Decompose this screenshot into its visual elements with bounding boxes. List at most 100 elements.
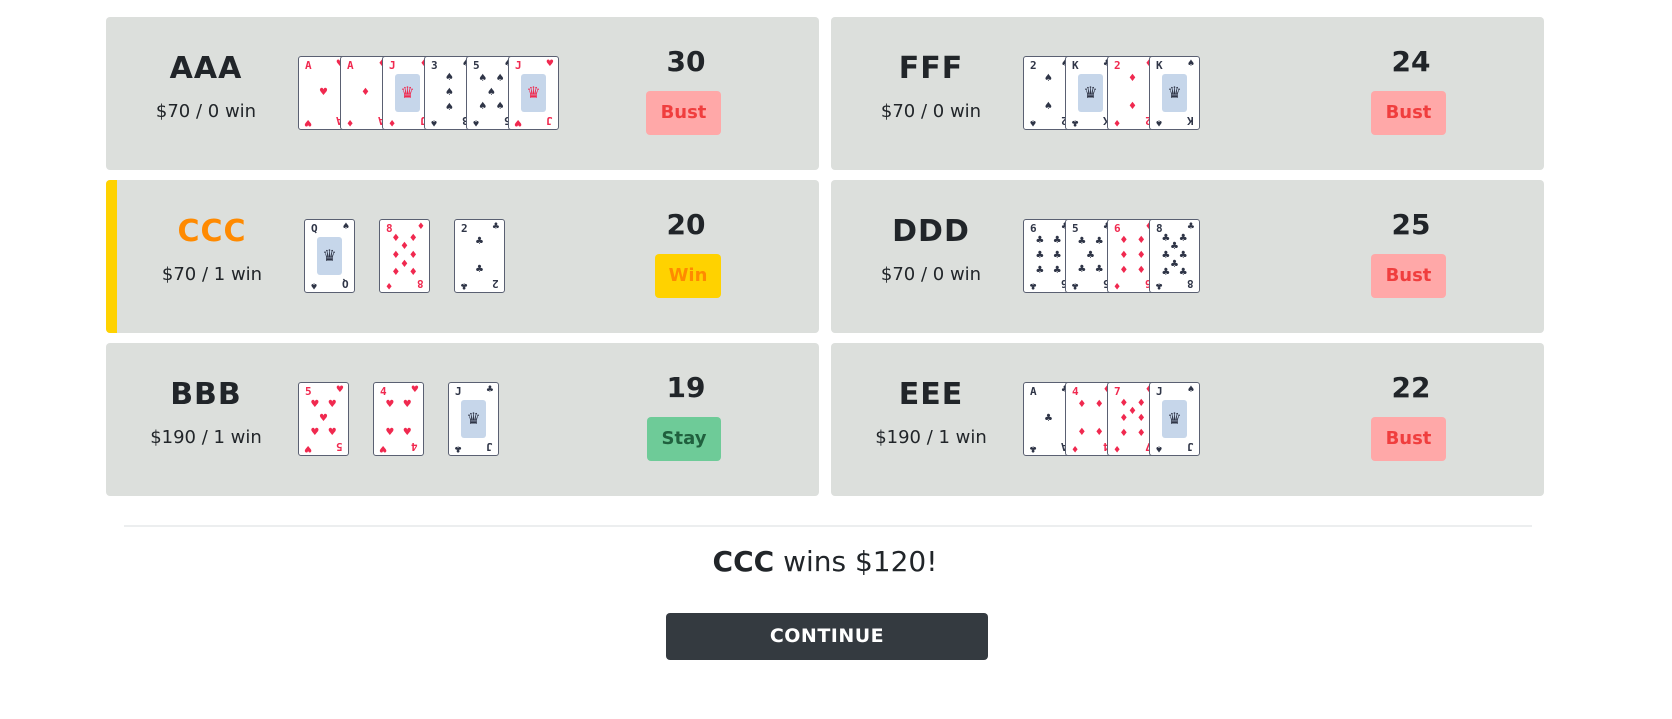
card-suit-icon-bottom: ♦ <box>1113 280 1122 290</box>
suit-pip-icon: ♠ <box>445 87 454 98</box>
suit-pip-icon: ♣ <box>1035 234 1045 246</box>
suit-pip-icon: ♠ <box>1044 72 1053 84</box>
playing-card: 2 ♣ 2 ♣ ♣ ♣ <box>454 219 505 293</box>
suit-pip-icon: ♦ <box>1128 405 1137 417</box>
card-rank: K <box>1156 59 1163 72</box>
card-rank-bottom: 8 <box>1187 277 1194 290</box>
card-suit-icon-bottom: ♦ <box>346 117 355 127</box>
suit-pip-icon: ♠ <box>495 72 505 84</box>
suit-pip-icon: ♦ <box>1136 413 1146 424</box>
suit-pip-icon: ♣ <box>1178 250 1188 261</box>
card-rank: A <box>305 59 312 72</box>
playing-card: J ♣ J ♣ ♛ <box>448 382 499 456</box>
card-rank: 5 <box>1072 222 1079 235</box>
suit-pip-icon: ♦ <box>391 250 401 261</box>
card-rank: J <box>1156 385 1163 398</box>
hand-score: 25 <box>1391 208 1431 241</box>
card-suit-icon-bottom: ♠ <box>430 117 439 127</box>
suit-pip-icon: ♦ <box>1119 265 1129 277</box>
suit-pip-icon: ♦ <box>400 241 409 253</box>
suit-pip-icon: ♥ <box>310 398 320 410</box>
suit-pip-icon: ♦ <box>1136 428 1146 440</box>
status-badge: Bust <box>646 91 721 135</box>
player-money: $70 / 0 win <box>155 101 257 122</box>
card-suit-icon: ♥ <box>335 385 344 395</box>
suit-pip-icon: ♣ <box>1170 258 1179 270</box>
card-suit-icon: ♥ <box>545 59 554 69</box>
player-panel-ccc: CCC $70 / 1 win Q ♠ Q ♠ ♛ 8 ♦ 8 ♦ ♦ ♦ ♦ ♦ ♦ ♦ ♦ ♦ 2 ♣ 2 ♣ ♣ ♣ 20 W… <box>106 180 819 333</box>
card-pips: ♦ ♦ ♦ ♦ <box>1075 397 1106 441</box>
playing-card: Q ♠ Q ♠ ♛ <box>304 219 355 293</box>
round-result: CCC wins $120! <box>0 545 1650 578</box>
card-rank: 5 <box>305 385 312 398</box>
card-rank: Q <box>311 222 318 235</box>
hand-score: 20 <box>666 208 706 241</box>
player-money: $190 / 1 win <box>150 427 262 448</box>
suit-pip-icon: ♦ <box>361 87 370 98</box>
suit-pip-icon: ♥ <box>310 427 320 439</box>
suit-pip-icon: ♠ <box>478 72 488 84</box>
suit-pip-icon: ♦ <box>1094 398 1104 410</box>
suit-pip-icon: ♦ <box>1136 234 1146 246</box>
playing-card: 8 ♦ 8 ♦ ♦ ♦ ♦ ♦ ♦ ♦ ♦ ♦ <box>379 219 430 293</box>
face-card-art: ♛ <box>461 400 486 438</box>
playing-card: 8 ♣ 8 ♣ ♣ ♣ ♣ ♣ ♣ ♣ ♣ ♣ <box>1149 219 1200 293</box>
suit-pip-icon: ♣ <box>1178 266 1188 278</box>
face-card-art: ♛ <box>1162 400 1187 438</box>
player-panel-fff: FFF$70 / 0 win2♠2♠♠♠K♣K♣♛2♦2♦♦♦K♠K♠♛24Bu… <box>831 17 1544 170</box>
card-pips: ♠ ♠ ♠ ♠ ♠ <box>476 71 507 115</box>
suit-pip-icon: ♣ <box>1035 265 1045 277</box>
suit-pip-icon: ♥ <box>385 398 395 410</box>
hand-score: 24 <box>1391 45 1431 78</box>
players-grid: AAA$70 / 0 winA♥A♥♥A♦A♦♦J♦J♦♛3♠3♠♠♠♠5♠5♠… <box>106 17 1544 496</box>
suit-pip-icon: ♠ <box>445 102 454 114</box>
suit-pip-icon: ♣ <box>1052 250 1062 261</box>
card-rank: 4 <box>380 385 387 398</box>
status-badge: Bust <box>1371 417 1446 461</box>
winner-name: CCC <box>712 545 775 578</box>
card-suit-icon: ♦ <box>416 222 425 232</box>
playing-card: J ♠ J ♠ ♛ <box>1149 382 1200 456</box>
card-suit-icon-bottom: ♠ <box>310 280 319 290</box>
player-panel-aaa: AAA$70 / 0 winA♥A♥♥A♦A♦♦J♦J♦♛3♠3♠♠♠♠5♠5♠… <box>106 17 819 170</box>
card-rank: K <box>1072 59 1079 72</box>
card-suit-icon-bottom: ♥ <box>304 117 313 127</box>
player-panel-bbb: BBB $190 / 1 win 5 ♥ 5 ♥ ♥ ♥ ♥ ♥ ♥ 4 ♥ 4 ♥ ♥ ♥ ♥ ♥ J ♣ J ♣ ♛ 19 S… <box>106 343 819 496</box>
crown-icon: ♛ <box>400 83 415 102</box>
suit-pip-icon: ♣ <box>1161 250 1171 261</box>
suit-pip-icon: ♥ <box>402 398 412 410</box>
winner-amount: wins $120! <box>774 545 938 578</box>
status-badge: Bust <box>1371 91 1446 135</box>
suit-pip-icon: ♣ <box>1094 264 1104 276</box>
suit-pip-icon: ♦ <box>1128 72 1137 84</box>
player-name: BBB <box>170 377 242 412</box>
suit-pip-icon: ♦ <box>391 233 401 245</box>
card-rank: J <box>389 59 396 72</box>
suit-pip-icon: ♦ <box>1128 101 1137 113</box>
card-pips: ♣ <box>1033 397 1064 441</box>
card-suit-icon-bottom: ♠ <box>1029 117 1038 127</box>
hand-score: 19 <box>666 371 706 404</box>
continue-button[interactable]: CONTINUE <box>666 613 988 660</box>
card-suit-icon-bottom: ♦ <box>388 117 397 127</box>
card-rank-bottom: Q <box>342 277 349 290</box>
card-suit-icon-bottom: ♣ <box>1029 443 1038 453</box>
card-pips: ♠ ♠ ♠ <box>434 71 465 115</box>
suit-pip-icon: ♣ <box>1161 233 1171 245</box>
suit-pip-icon: ♦ <box>408 250 418 261</box>
playing-card: K ♠ K ♠ ♛ <box>1149 56 1200 130</box>
suit-pip-icon: ♠ <box>445 71 454 83</box>
suit-pip-icon: ♣ <box>1077 264 1087 276</box>
player-name: EEE <box>898 377 964 412</box>
card-pips: ♣ ♣ ♣ ♣ ♣ ♣ <box>1033 234 1064 278</box>
card-rank: 2 <box>1030 59 1037 72</box>
suit-pip-icon: ♦ <box>1077 427 1087 439</box>
suit-pip-icon: ♥ <box>327 427 337 439</box>
status-badge: Bust <box>1371 254 1446 298</box>
card-suit-icon-bottom: ♥ <box>304 443 313 453</box>
card-suit-icon-bottom: ♠ <box>472 117 481 127</box>
suit-pip-icon: ♦ <box>1119 413 1129 424</box>
player-money: $70 / 0 win <box>880 264 982 285</box>
card-suit-icon-bottom: ♠ <box>1155 443 1164 453</box>
suit-pip-icon: ♣ <box>1052 265 1062 277</box>
